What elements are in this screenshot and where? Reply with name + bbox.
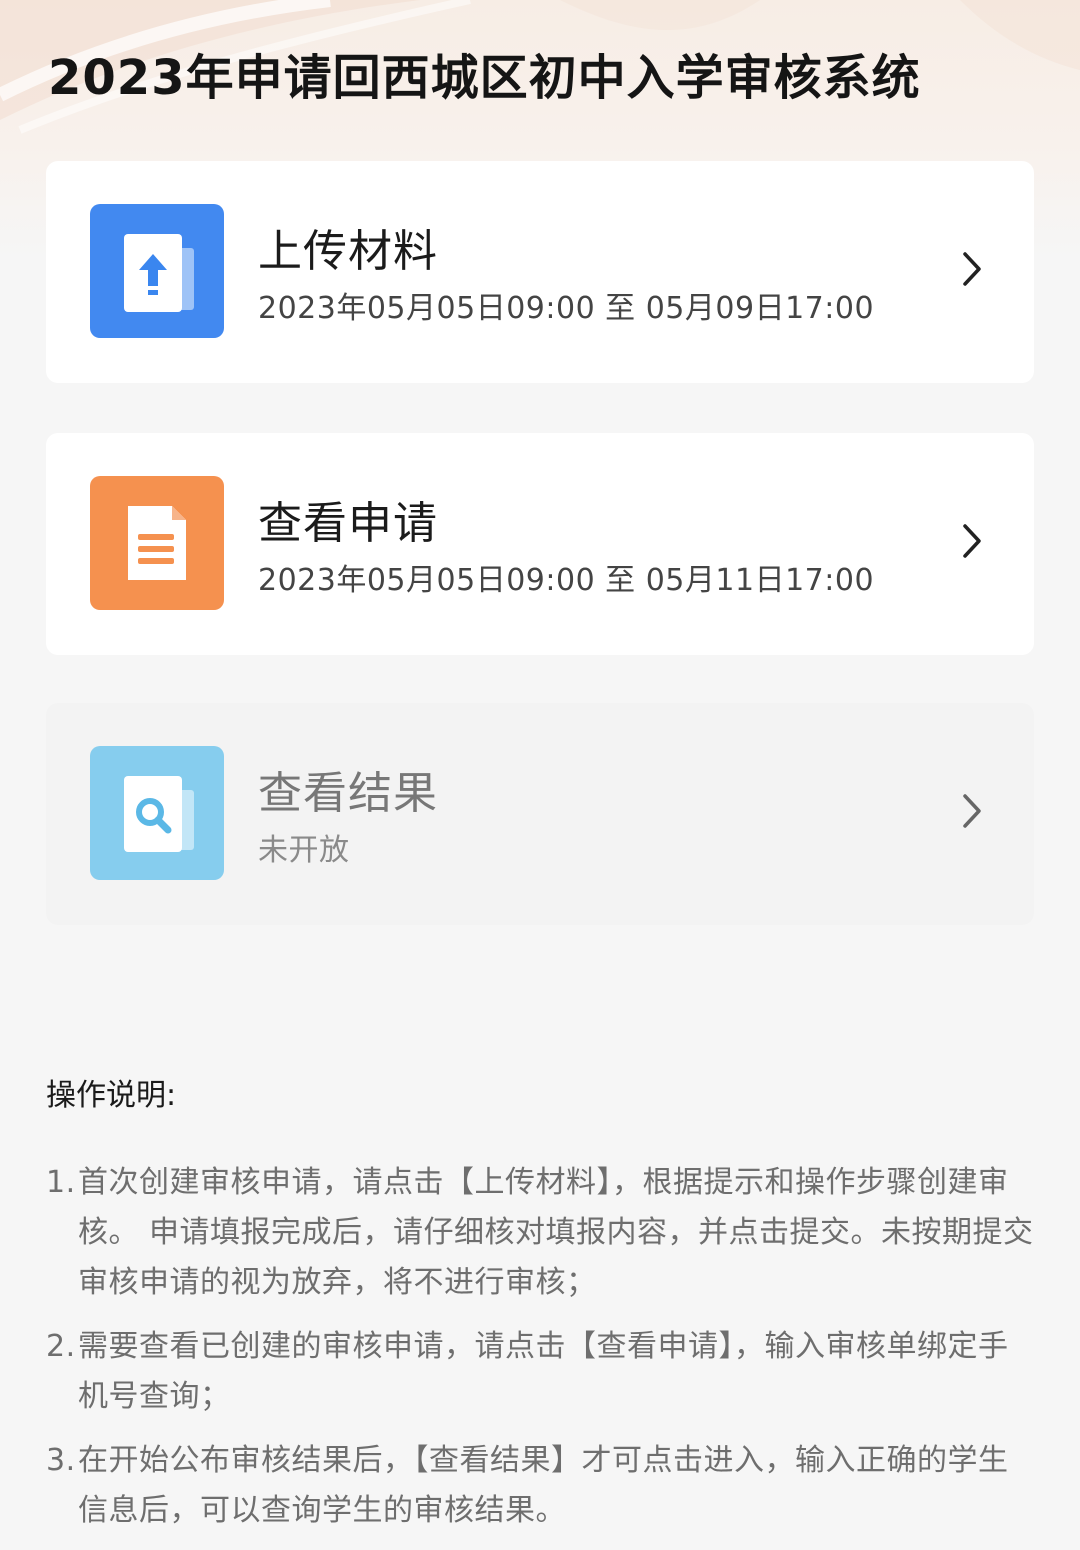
chevron-right-icon [963, 524, 981, 558]
instruction-text: 需要查看已创建的审核申请，请点击【查看申请】，输入审核单绑定手机号查询； [78, 1329, 1009, 1414]
document-list-icon [90, 476, 224, 610]
instructions-section: 操作说明: 1. 首次创建审核申请，请点击【上传材料】，根据提示和操作步骤创建审… [46, 1070, 1036, 1550]
card-date-range: 2023年05月05日09:00 至 05月09日17:00 [258, 291, 875, 326]
card-date-range: 2023年05月05日09:00 至 05月11日17:00 [258, 563, 875, 598]
instruction-number: 2. [46, 1329, 76, 1364]
instruction-number: 1. [46, 1165, 76, 1200]
view-result-card: 查看结果 未开放 [46, 703, 1034, 925]
card-title: 查看申请 [258, 498, 438, 549]
card-status: 未开放 [258, 833, 350, 868]
instruction-item: 1. 首次创建审核申请，请点击【上传材料】，根据提示和操作步骤创建审核。 申请填… [46, 1158, 1036, 1308]
page-title: 2023年申请回西城区初中入学审核系统 [48, 50, 921, 106]
chevron-right-icon [963, 252, 981, 286]
search-document-icon [90, 746, 224, 880]
instruction-text: 在开始公布审核结果后，【查看结果】才可点击进入，输入正确的学生信息后，可以查询学… [78, 1443, 1009, 1528]
upload-document-icon [90, 204, 224, 338]
upload-materials-card[interactable]: 上传材料 2023年05月05日09:00 至 05月09日17:00 [46, 161, 1034, 383]
instructions-heading: 操作说明: [46, 1078, 177, 1113]
card-title: 上传材料 [258, 226, 438, 277]
view-application-card[interactable]: 查看申请 2023年05月05日09:00 至 05月11日17:00 [46, 433, 1034, 655]
instruction-item: 2. 需要查看已创建的审核申请，请点击【查看申请】，输入审核单绑定手机号查询； [46, 1322, 1036, 1422]
card-title: 查看结果 [258, 768, 438, 819]
instruction-item: 3. 在开始公布审核结果后，【查看结果】才可点击进入，输入正确的学生信息后，可以… [46, 1436, 1036, 1536]
instruction-number: 3. [46, 1443, 76, 1478]
chevron-right-icon [963, 794, 981, 828]
instruction-text: 首次创建审核申请，请点击【上传材料】，根据提示和操作步骤创建审核。 申请填报完成… [78, 1165, 1034, 1300]
